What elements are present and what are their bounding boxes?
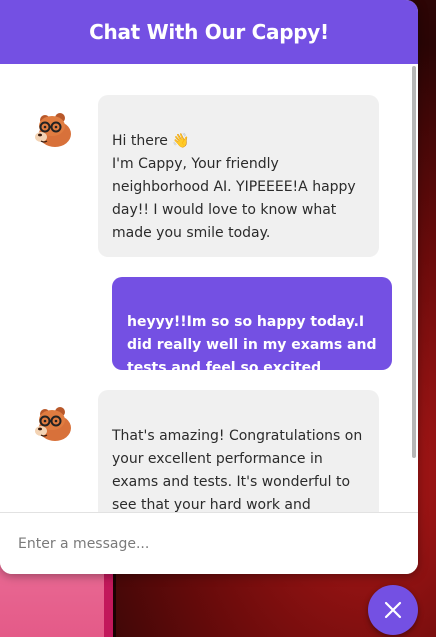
- message-composer: [0, 512, 418, 574]
- capybara-avatar-icon: [31, 402, 75, 446]
- bot-message-bubble: That's amazing! Congratulations on your …: [98, 390, 379, 512]
- bot-message-bubble: Hi there 👋 I'm Cappy, Your friendly neig…: [98, 95, 379, 257]
- message-text: Hi there 👋 I'm Cappy, Your friendly neig…: [112, 133, 356, 241]
- close-icon: [384, 601, 402, 619]
- user-message-bubble: heyyy!!Im so so happy today.I did really…: [112, 277, 392, 376]
- message-list[interactable]: Hi there 👋 I'm Cappy, Your friendly neig…: [0, 64, 418, 512]
- chat-header: Chat With Our Cappy!: [0, 0, 418, 64]
- close-chat-button[interactable]: [368, 585, 418, 635]
- chat-widget: Chat With Our Cappy! Hi there 👋 I'm Capp…: [0, 0, 418, 574]
- message-input[interactable]: [18, 533, 398, 555]
- message-text: heyyy!!Im so so happy today.I did really…: [127, 314, 377, 376]
- capybara-avatar-icon: [31, 108, 75, 152]
- message-text: That's amazing! Congratulations on your …: [112, 428, 363, 512]
- message-list-scrollbar[interactable]: [412, 66, 416, 458]
- chat-title: Chat With Our Cappy!: [89, 20, 329, 44]
